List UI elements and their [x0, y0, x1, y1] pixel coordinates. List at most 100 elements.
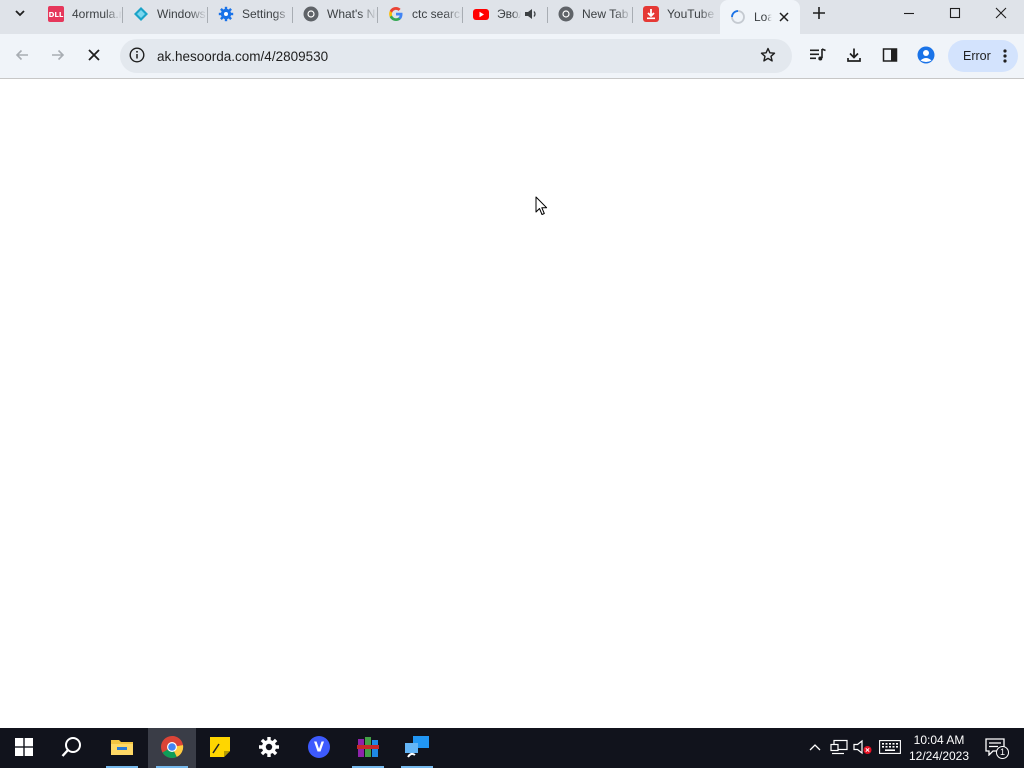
search-icon: [61, 736, 83, 761]
forward-button[interactable]: [44, 42, 72, 70]
tab-strip: DLL 4ormula.ru Windows Settings What's N…: [0, 0, 1024, 34]
address-bar[interactable]: ak.hesoorda.com/4/2809530: [120, 39, 792, 73]
minimize-icon: [903, 7, 915, 22]
tab-whats-new[interactable]: What's New: [293, 2, 377, 26]
site-info-button[interactable]: [127, 46, 147, 66]
maximize-button[interactable]: [932, 0, 978, 28]
clock-date: 12/24/2023: [908, 749, 970, 763]
tab-4ormula[interactable]: DLL 4ormula.ru: [38, 2, 122, 26]
media-controls-button[interactable]: [804, 42, 832, 70]
taskbar-file-explorer[interactable]: [98, 728, 146, 768]
chevron-down-icon: [14, 7, 26, 22]
tab-windows[interactable]: Windows: [123, 2, 207, 26]
volume-button[interactable]: [853, 738, 873, 758]
tab-title: What's New: [327, 7, 377, 21]
folder-icon: [110, 737, 134, 760]
profile-avatar-button[interactable]: [912, 42, 940, 70]
taskbar-settings[interactable]: [245, 728, 293, 768]
tab-title: Loading: [754, 10, 772, 24]
tab-settings[interactable]: Settings: [208, 2, 292, 26]
maximize-icon: [949, 7, 961, 22]
chrome-icon: [303, 6, 319, 22]
speaker-muted-icon: [853, 739, 873, 758]
arrow-left-icon: [14, 47, 30, 66]
more-vertical-icon: [1001, 47, 1009, 65]
tab-search-button[interactable]: [8, 4, 32, 24]
dll-icon: DLL: [48, 6, 64, 22]
speaker-icon[interactable]: [523, 6, 539, 22]
chrome-icon: [558, 6, 574, 22]
new-tab-button[interactable]: [808, 3, 830, 25]
svg-text:DLL: DLL: [49, 11, 64, 19]
windows-logo-icon: [15, 737, 33, 759]
action-center-button[interactable]: 1: [980, 734, 1010, 762]
profile-error-label: Error: [963, 49, 991, 63]
windows-taskbar: V 10:04 AM 12/24/2023 1: [0, 728, 1024, 768]
tab-loading-active[interactable]: Loading: [720, 0, 800, 34]
start-button[interactable]: [0, 728, 48, 768]
network-icon: [830, 739, 848, 758]
tab-title: YouTube: [667, 7, 715, 21]
info-icon: [129, 46, 145, 66]
tab-new-tab[interactable]: New Tab: [548, 2, 632, 26]
close-window-button[interactable]: [978, 0, 1024, 28]
plus-icon: [812, 6, 826, 23]
tab-title: Windows: [157, 7, 206, 21]
search-button[interactable]: [48, 728, 96, 768]
arrow-right-icon: [50, 47, 66, 66]
profile-error-button[interactable]: Error: [948, 40, 1018, 72]
tab-youtube-audio[interactable]: Эволюция: [463, 2, 547, 26]
tab-youtube-downloader[interactable]: YouTube: [633, 2, 717, 26]
network-button[interactable]: [829, 738, 849, 758]
back-button[interactable]: [8, 42, 36, 70]
chrome-icon: [160, 735, 184, 762]
gear-icon: [258, 736, 280, 761]
tab-google-search[interactable]: ctc search: [378, 2, 462, 26]
close-icon: [87, 48, 101, 65]
taskbar-v-app[interactable]: V: [295, 728, 343, 768]
close-icon[interactable]: [776, 9, 792, 25]
playlist-music-icon: [809, 47, 827, 66]
taskbar-winrar[interactable]: [344, 728, 392, 768]
star-icon: [760, 47, 776, 66]
youtube-icon: [473, 6, 489, 22]
svg-text:V: V: [314, 740, 324, 755]
url-text[interactable]: ak.hesoorda.com/4/2809530: [157, 49, 328, 64]
chevron-up-icon: [809, 741, 821, 755]
books-icon: [356, 735, 380, 762]
tab-title: Settings: [242, 7, 286, 21]
show-hidden-icons-button[interactable]: [805, 738, 825, 758]
touch-keyboard-button[interactable]: [878, 738, 902, 758]
minimize-button[interactable]: [886, 0, 932, 28]
browser-toolbar: ak.hesoorda.com/4/2809530 Error: [0, 34, 1024, 79]
person-icon: [917, 46, 935, 67]
taskbar-google-chrome[interactable]: [148, 728, 196, 768]
side-panel-icon: [882, 47, 898, 66]
clock-time: 10:04 AM: [913, 733, 965, 747]
taskbar-sticky-notes[interactable]: [196, 728, 244, 768]
close-icon: [995, 7, 1007, 22]
gear-icon: [218, 6, 234, 22]
v-circle-icon: V: [307, 735, 331, 762]
sticky-note-icon: [209, 736, 231, 761]
tab-title: New Tab: [582, 7, 629, 21]
tab-title: Эволюция: [497, 7, 521, 21]
bookmark-button[interactable]: [757, 46, 779, 66]
remote-desktop-icon: [404, 735, 430, 762]
tab-title: 4ormula.ru: [72, 7, 122, 21]
taskbar-remote-desktop[interactable]: [393, 728, 441, 768]
keyboard-icon: [879, 739, 901, 757]
download-icon: [846, 47, 862, 66]
download-favicon-icon: [643, 6, 659, 22]
notification-count-badge: 1: [996, 746, 1009, 759]
stop-loading-button[interactable]: [80, 42, 108, 70]
taskbar-clock[interactable]: 10:04 AM 12/24/2023: [903, 732, 975, 764]
google-icon: [388, 6, 404, 22]
side-panel-button[interactable]: [876, 42, 904, 70]
loading-spinner-icon: [730, 9, 746, 25]
mouse-cursor-icon: [535, 196, 549, 216]
diamond-icon: [133, 6, 149, 22]
downloads-button[interactable]: [840, 42, 868, 70]
tab-title: ctc search: [412, 7, 462, 21]
page-viewport[interactable]: [0, 80, 1024, 728]
